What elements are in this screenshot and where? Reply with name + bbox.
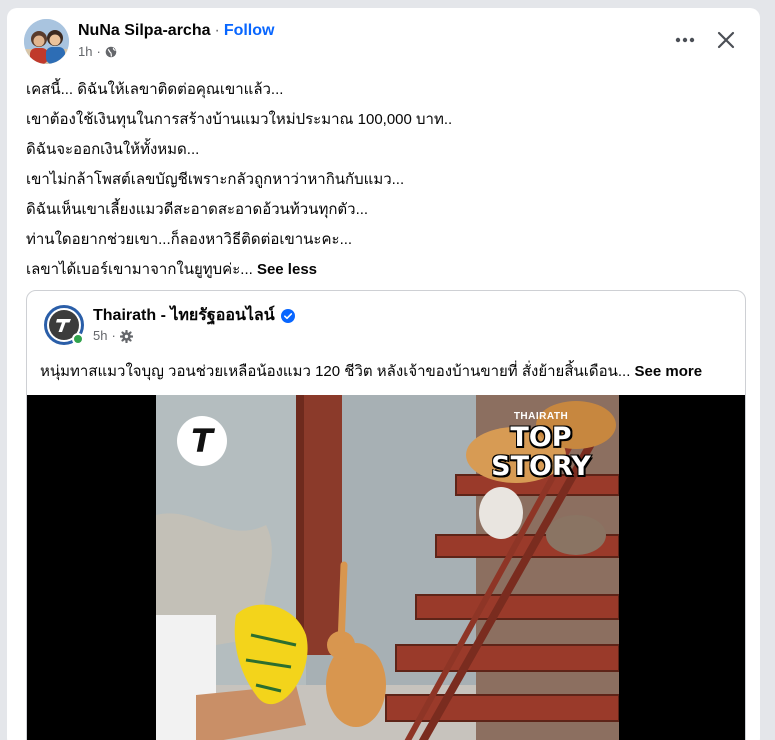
post-time[interactable]: 1h	[78, 44, 92, 60]
post-header: NuNa Silpa-archa · Follow 1h ·	[7, 8, 760, 72]
post-text-line: ดิฉันจะออกเงินให้ทั้งหมด...	[26, 141, 200, 158]
settings-gear-icon	[119, 329, 133, 343]
follow-button[interactable]: Follow	[224, 22, 275, 39]
meta-dot: ·	[111, 328, 116, 343]
close-icon	[717, 31, 735, 49]
verified-badge-icon	[280, 309, 295, 323]
post-card: NuNa Silpa-archa · Follow 1h · เคสนี้...…	[7, 8, 760, 740]
more-options-button[interactable]	[671, 26, 699, 54]
page-name[interactable]: Thairath - ไทยรัฐออนไลน์	[93, 306, 295, 326]
meta-dot: ·	[96, 44, 101, 59]
shared-post-caption: หนุ่มทาสแมวใจบุญ วอนช่วยเหลือน้องแมว 120…	[40, 363, 631, 380]
close-button[interactable]	[712, 26, 740, 54]
brand-letter: T	[191, 422, 213, 460]
post-text-line: ดิฉันเห็นเขาเลี้ยงแมวดีสะอาดสะอาดอ้วนท้ว…	[26, 201, 369, 218]
see-more-link[interactable]: See more	[635, 363, 703, 380]
see-less-link[interactable]: See less	[257, 261, 317, 278]
badge-top: TOP	[510, 422, 572, 453]
post-text-line-last: เลขาได้เบอร์เขามาจากในยูทูบค่ะ... See le…	[26, 255, 746, 285]
author-line: NuNa Silpa-archa · Follow	[78, 21, 274, 41]
video-frame[interactable]: T THAIRATH TOP STORY	[156, 395, 619, 740]
shared-post-meta: 5h ·	[93, 328, 133, 344]
post-text-line: เลขาได้เบอร์เขามาจากในยูทูบค่ะ...	[26, 261, 253, 278]
globe-icon	[105, 46, 117, 58]
post-meta: 1h ·	[78, 44, 117, 60]
top-story-badge: THAIRATH TOP STORY	[481, 411, 601, 481]
more-horizontal-icon	[675, 37, 695, 43]
post-text-line: ท่านใดอยากช่วยเขา...ก็ลองหาวิธีติดต่อเขา…	[26, 231, 353, 248]
post-text-line: เขาไม่กล้าโพสต์เลขบัญชีเพราะกลัวถูกหาว่า…	[26, 171, 405, 188]
thairath-brand-logo: T	[177, 416, 227, 466]
online-status-dot	[72, 333, 84, 345]
separator-dot: ·	[214, 22, 220, 39]
post-text-line: เขาต้องใช้เงินทุนในการสร้างบ้านแมวใหม่ปร…	[26, 111, 453, 128]
thairath-logo-icon	[56, 319, 71, 332]
author-avatar[interactable]	[24, 19, 69, 64]
post-text-line: เคสนี้... ดิฉันให้เลขาติดต่อคุณเขาแล้ว..…	[26, 81, 284, 98]
page-name-text[interactable]: Thairath - ไทยรัฐออนไลน์	[93, 306, 275, 326]
shared-post-text: หนุ่มทาสแมวใจบุญ วอนช่วยเหลือน้องแมว 120…	[40, 362, 702, 382]
shared-post-time[interactable]: 5h	[93, 328, 107, 344]
author-name[interactable]: NuNa Silpa-archa	[78, 22, 210, 39]
shared-post[interactable]: Thairath - ไทยรัฐออนไลน์ 5h · หนุ่มทาสแม…	[26, 290, 746, 740]
post-text: เคสนี้... ดิฉันให้เลขาติดต่อคุณเขาแล้ว..…	[26, 75, 746, 285]
badge-story: STORY	[491, 451, 591, 482]
video-player[interactable]: T THAIRATH TOP STORY	[27, 395, 745, 740]
